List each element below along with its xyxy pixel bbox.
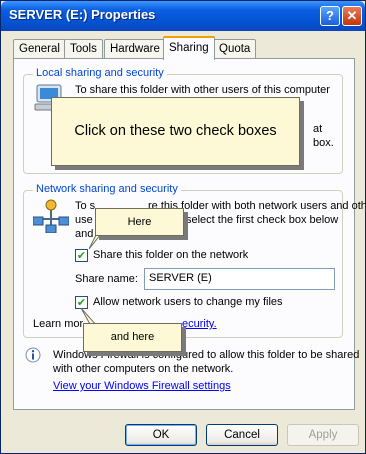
- local-sharing-text-frag2: box.: [313, 137, 334, 149]
- network-icon: [33, 199, 69, 233]
- firewall-text-2: with other computers on the network.: [53, 363, 234, 375]
- share-folder-label[interactable]: Share this folder on the network: [93, 249, 248, 261]
- properties-dialog: SERVER (E:) Properties ? ✕ General Tools…: [0, 0, 366, 454]
- apply-button[interactable]: Apply: [287, 424, 359, 446]
- share-name-field[interactable]: SERVER (E): [144, 268, 335, 290]
- learn-more-prefix: Learn mor: [33, 318, 84, 330]
- learn-more-link[interactable]: ecurity.: [182, 318, 217, 330]
- local-sharing-text: To share this folder with other users of…: [75, 84, 330, 96]
- info-icon: [25, 347, 41, 363]
- tab-general[interactable]: General: [13, 39, 66, 59]
- instruction-callout: Click on these two check boxes: [51, 97, 300, 166]
- cancel-button[interactable]: Cancel: [206, 424, 278, 446]
- network-text-2a: use: [75, 214, 93, 226]
- network-sharing-legend: Network sharing and security: [33, 183, 181, 195]
- tab-tools[interactable]: Tools: [64, 39, 103, 59]
- close-button[interactable]: ✕: [342, 6, 362, 26]
- tab-quota[interactable]: Quota: [213, 39, 257, 59]
- here-callout: Here: [95, 208, 184, 236]
- title-bar[interactable]: SERVER (E:) Properties ? ✕: [1, 1, 365, 31]
- and-here-callout: and here: [83, 323, 182, 352]
- allow-changes-label[interactable]: Allow network users to change my files: [93, 296, 283, 308]
- share-name-label: Share name:: [75, 273, 138, 285]
- firewall-settings-link[interactable]: View your Windows Firewall settings: [53, 380, 231, 392]
- network-text-2b: select the first check box below: [186, 214, 339, 226]
- share-folder-checkbox[interactable]: ✔: [75, 249, 88, 262]
- local-sharing-text-frag1: at: [313, 123, 323, 135]
- local-sharing-legend: Local sharing and security: [33, 67, 167, 79]
- window-title: SERVER (E:) Properties: [9, 7, 156, 22]
- tab-hardware[interactable]: Hardware: [104, 39, 166, 59]
- network-text-1a: To s: [75, 200, 96, 212]
- help-button[interactable]: ?: [320, 6, 340, 26]
- tab-sharing[interactable]: Sharing: [163, 36, 215, 60]
- ok-button[interactable]: OK: [125, 424, 197, 446]
